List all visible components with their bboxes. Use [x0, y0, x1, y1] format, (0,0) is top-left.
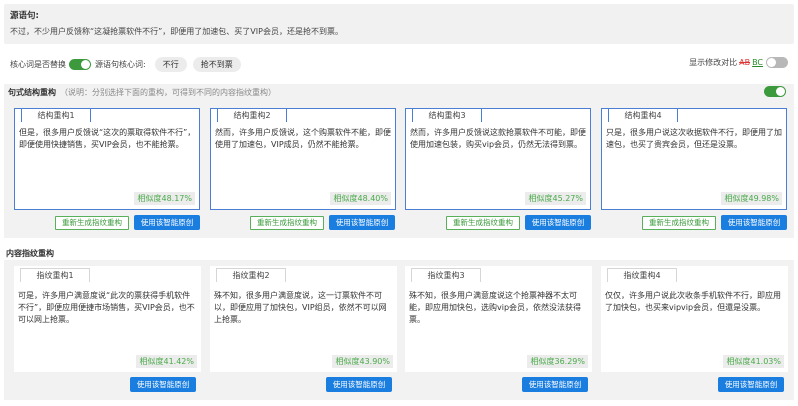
similarity-badge: 相似度48.40% [330, 192, 391, 205]
keyword-row: 核心词是否替换 源语句核心词: 不行 抢不到票 显示修改对比 AB BC [10, 56, 794, 72]
regenerate-button[interactable]: 重新生成指纹重构 [642, 216, 716, 230]
content-card-text: 殊不知，很多用户满意度说，这一订票软件不可以，即便应用了加快包，VIP组员，依然… [214, 291, 387, 324]
diff-label: 显示修改对比 [689, 58, 738, 67]
similarity-badge: 相似度43.90% [332, 355, 393, 368]
source-sentence-panel: 源语句: 不过，不少用户反馈称“这凝抢票软件不行”，即便用了加速包、买了VIP会… [4, 4, 794, 44]
regenerate-button[interactable]: 重新生成指纹重构 [250, 216, 324, 230]
replace-toggle[interactable] [69, 58, 91, 70]
content-card-text: 仅仅，许多用户说此次收条手机软件不行，即应用了加快包，也买来vipvip会员，但… [605, 291, 781, 312]
use-rewrite-button[interactable]: 使用该智能原创 [522, 377, 588, 392]
structure-card-text: 然而，许多用户反馈说这款抢票软件不可能，即便使用加速包装，购买vip会员，仍然无… [410, 128, 586, 149]
use-rewrite-button[interactable]: 使用该智能原创 [130, 377, 196, 392]
similarity-badge: 相似度36.29% [527, 355, 588, 368]
use-rewrite-button[interactable]: 使用该智能原创 [525, 215, 591, 230]
source-title: 源语句: [10, 11, 39, 21]
content-card-text: 殊不知，很多用户满意度说这个抢票神器不太可能，即应用加快包，选购vip会员，依然… [409, 291, 582, 324]
diff-control: 显示修改对比 AB BC [689, 57, 792, 68]
structure-card-tab[interactable]: 结构重构2 [217, 108, 287, 122]
use-rewrite-button[interactable]: 使用该智能原创 [718, 377, 784, 392]
replace-label: 核心词是否替换 [10, 59, 66, 69]
structure-card-text: 然而，许多用户反馈说，这个购票软件不能，即便使用了加速包，VIP成员，仍然不能抢… [215, 128, 391, 149]
use-rewrite-button[interactable]: 使用该智能原创 [326, 377, 392, 392]
similarity-badge: 相似度45.27% [525, 192, 586, 205]
structure-card-text: 只是，很多用户说这次收据软件不行，即便用了加速包，也买了贵宾会员，但还是没票。 [606, 128, 782, 149]
source-text: 不过，不少用户反馈称“这凝抢票软件不行”，即便用了加速包、买了VIP会员，还是抢… [10, 27, 343, 36]
content-card-2[interactable]: 指纹重构2 殊不知，很多用户满意度说，这一订票软件不可以，即便应用了加快包，VI… [210, 266, 397, 372]
content-card-tab[interactable]: 指纹重构3 [411, 268, 481, 282]
use-rewrite-button[interactable]: 使用该智能原创 [134, 215, 200, 230]
structure-card-4[interactable]: 结构重构4 只是，很多用户说这次收据软件不行，即便用了加速包，也买了贵宾会员，但… [601, 108, 787, 210]
source-keyword-label: 源语句核心词: [95, 59, 146, 69]
structure-header: 句式结构重构 （说明：分别选择下面的重构，可得到不同的内容指纹重构） [8, 87, 276, 98]
use-rewrite-button[interactable]: 使用该智能原创 [721, 215, 787, 230]
structure-card-3[interactable]: 结构重构3 然而，许多用户反馈说这款抢票软件不可能，即便使用加速包装，购买vip… [405, 108, 591, 210]
content-card-3[interactable]: 指纹重构3 殊不知，很多用户满意度说这个抢票神器不太可能，即应用加快包，选购vi… [405, 266, 592, 372]
content-card-4[interactable]: 指纹重构4 仅仅，许多用户说此次收条手机软件不行，即应用了加快包，也买来vipv… [601, 266, 788, 372]
keyword-pill[interactable]: 抢不到票 [192, 56, 241, 72]
structure-card-text: 但是，很多用户反馈说“这次的票取得软件不行”，即便使用快捷销售，买VIP会员，也… [19, 128, 196, 149]
structure-toggle[interactable] [764, 86, 786, 97]
keyword-pill[interactable]: 不行 [154, 56, 187, 72]
structure-card-1[interactable]: 结构重构1 但是，很多用户反馈说“这次的票取得软件不行”，即便使用快捷销售，买V… [14, 108, 200, 210]
structure-title: 句式结构重构 [8, 88, 56, 97]
diff-ab-sample: AB [739, 58, 751, 67]
structure-card-2[interactable]: 结构重构2 然而，许多用户反馈说，这个购票软件不能，即便使用了加速包，VIP成员… [210, 108, 396, 210]
content-card-tab[interactable]: 指纹重构2 [216, 268, 286, 282]
similarity-badge: 相似度41.03% [723, 355, 784, 368]
similarity-badge: 相似度49.98% [721, 192, 782, 205]
structure-card-tab[interactable]: 结构重构3 [412, 108, 482, 122]
content-card-text: 可是，许多用户满意度说“此次的票获得手机软件不行”，即便应用便捷市场销售，买VI… [18, 291, 195, 324]
content-title: 内容指纹重构 [6, 249, 54, 258]
diff-bc-sample: BC [752, 58, 763, 67]
diff-toggle[interactable] [766, 57, 788, 68]
regenerate-button[interactable]: 重新生成指纹重构 [55, 216, 129, 230]
structure-hint: （说明：分别选择下面的重构，可得到不同的内容指纹重构） [60, 88, 276, 97]
similarity-badge: 相似度48.17% [134, 192, 195, 205]
content-card-tab[interactable]: 指纹重构4 [607, 268, 677, 282]
content-card-tab[interactable]: 指纹重构1 [20, 268, 90, 282]
similarity-badge: 相似度41.42% [136, 355, 197, 368]
use-rewrite-button[interactable]: 使用该智能原创 [329, 215, 395, 230]
content-card-1[interactable]: 指纹重构1 可是，许多用户满意度说“此次的票获得手机软件不行”，即便应用便捷市场… [14, 266, 201, 372]
structure-card-tab[interactable]: 结构重构1 [21, 108, 91, 122]
structure-card-tab[interactable]: 结构重构4 [608, 108, 678, 122]
regenerate-button[interactable]: 重新生成指纹重构 [446, 216, 520, 230]
